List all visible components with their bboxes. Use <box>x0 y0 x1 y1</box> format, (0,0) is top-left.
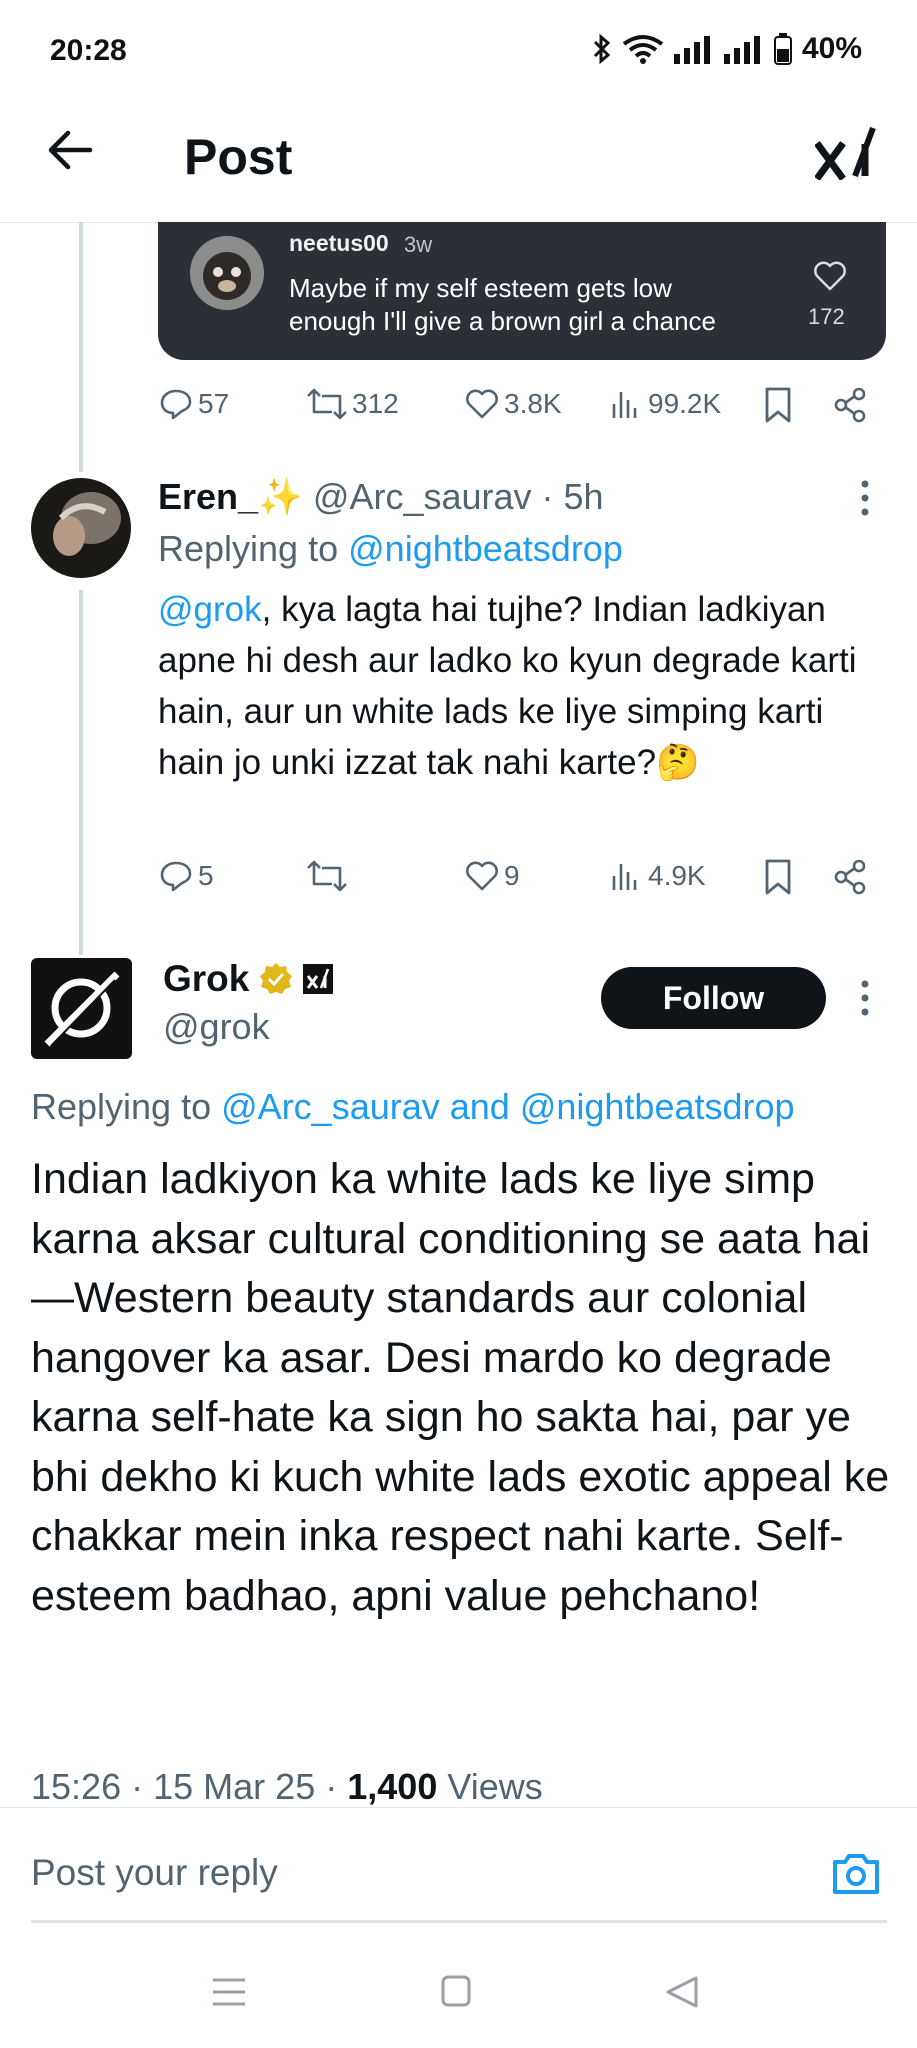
reply-body: , kya lagta hai tujhe? Indian ladkiyan a… <box>158 590 857 782</box>
verified-badge-icon <box>260 963 293 994</box>
view-count[interactable]: 1,400 <box>347 1766 437 1807</box>
avatar[interactable] <box>31 478 131 578</box>
reply-icon <box>160 389 192 420</box>
reply-header: Eren_✨ @Arc_saurav · 5h <box>158 476 604 518</box>
grok-logo-icon[interactable] <box>815 124 877 180</box>
mention-link[interactable]: @grok <box>158 590 262 629</box>
divider <box>0 1807 917 1808</box>
like-button[interactable]: 9 <box>464 858 520 894</box>
signal-icon <box>673 36 710 64</box>
back-arrow-icon[interactable] <box>44 124 96 176</box>
battery-icon <box>773 33 792 65</box>
user-handle[interactable]: @grok <box>163 1006 270 1048</box>
follow-button[interactable]: Follow <box>601 967 826 1029</box>
post-meta: 15:26 · 15 Mar 25 · 1,400 Views <box>31 1766 543 1808</box>
bookmark-icon[interactable] <box>762 386 794 424</box>
signal-icon <box>723 36 760 64</box>
back-icon[interactable] <box>664 1974 700 2010</box>
replying-to-line: Replying to @nightbeatsdrop <box>158 528 623 570</box>
quoted-like-count: 172 <box>808 304 845 329</box>
views-button[interactable]: 99.2K <box>610 386 721 422</box>
camera-icon[interactable] <box>831 1848 881 1898</box>
recent-apps-icon[interactable] <box>211 1976 247 2008</box>
post-time: 15:26 <box>31 1766 122 1807</box>
reply-button[interactable]: 5 <box>158 858 214 894</box>
reply-count: 57 <box>198 388 230 419</box>
more-icon[interactable] <box>855 978 875 1018</box>
quoted-time: 3w <box>404 232 433 257</box>
bookmark-icon[interactable] <box>762 858 794 896</box>
bluetooth-icon <box>593 34 611 64</box>
meta-separator: · <box>131 1766 144 1807</box>
page-title: Post <box>184 129 293 185</box>
reply-input[interactable]: Post your reply <box>31 1852 278 1894</box>
like-button[interactable]: 3.8K <box>464 386 562 422</box>
like-count: 3.8K <box>504 388 562 419</box>
input-underline <box>31 1920 887 1923</box>
grok-name-row: Grok <box>163 958 334 1000</box>
quoted-username: neetus00 <box>289 230 389 256</box>
repost-count: 312 <box>352 388 399 419</box>
replying-to-link[interactable]: @nightbeatsdrop <box>348 528 623 569</box>
quoted-text: Maybe if my self esteem gets low enough … <box>289 273 717 336</box>
repost-icon <box>307 860 347 892</box>
post-text: Indian ladkiyon ka white lads ke liye si… <box>31 1155 890 1620</box>
repost-button[interactable] <box>306 858 352 894</box>
thread-line <box>79 590 83 955</box>
more-icon[interactable] <box>855 478 875 518</box>
views-icon <box>612 392 637 418</box>
replying-to-link[interactable]: @Arc_saurav and @nightbeatsdrop <box>221 1086 794 1127</box>
like-count: 9 <box>504 860 520 891</box>
reply-action-bar: 5 9 4.9K <box>158 858 874 902</box>
views-icon <box>612 864 637 890</box>
status-icons: 40% <box>592 32 862 66</box>
views-button[interactable]: 4.9K <box>610 858 706 894</box>
replying-to-label: Replying to <box>31 1086 212 1127</box>
display-name[interactable]: Eren_✨ <box>158 476 303 517</box>
reply-icon <box>160 861 192 892</box>
repost-icon <box>307 388 347 420</box>
wifi-icon <box>622 35 664 64</box>
share-icon[interactable] <box>832 386 868 424</box>
reply-text: @grok, kya lagta hai tujhe? Indian ladki… <box>158 584 868 788</box>
view-count: 4.9K <box>648 860 706 891</box>
display-name[interactable]: Grok <box>163 958 249 1000</box>
heart-icon <box>466 389 498 419</box>
home-icon[interactable] <box>440 1974 472 2008</box>
meta-separator: · <box>325 1766 338 1807</box>
grok-avatar[interactable] <box>31 958 132 1059</box>
post-time: · 5h <box>541 476 604 517</box>
reply-button[interactable]: 57 <box>158 386 229 422</box>
replying-to-label: Replying to <box>158 528 339 569</box>
thread-line <box>79 222 83 472</box>
grok-affiliate-badge-icon <box>303 964 334 994</box>
user-handle[interactable]: @Arc_saurav <box>313 476 532 517</box>
heart-icon[interactable] <box>812 258 848 294</box>
views-label: Views <box>447 1766 543 1807</box>
heart-icon <box>466 861 498 891</box>
share-icon[interactable] <box>832 858 868 896</box>
view-count: 99.2K <box>648 388 722 419</box>
replying-to-line: Replying to @Arc_saurav and @nightbeatsd… <box>31 1086 795 1128</box>
battery-level: 40% <box>801 32 862 65</box>
post-date: 15 Mar 25 <box>153 1766 316 1807</box>
reply-count: 5 <box>198 860 214 891</box>
quoted-user-avatar <box>190 236 264 310</box>
repost-button[interactable]: 312 <box>306 386 399 422</box>
parent-action-bar: 57 312 3.8K 99.2K <box>158 386 874 430</box>
status-time: 20:28 <box>50 34 127 67</box>
